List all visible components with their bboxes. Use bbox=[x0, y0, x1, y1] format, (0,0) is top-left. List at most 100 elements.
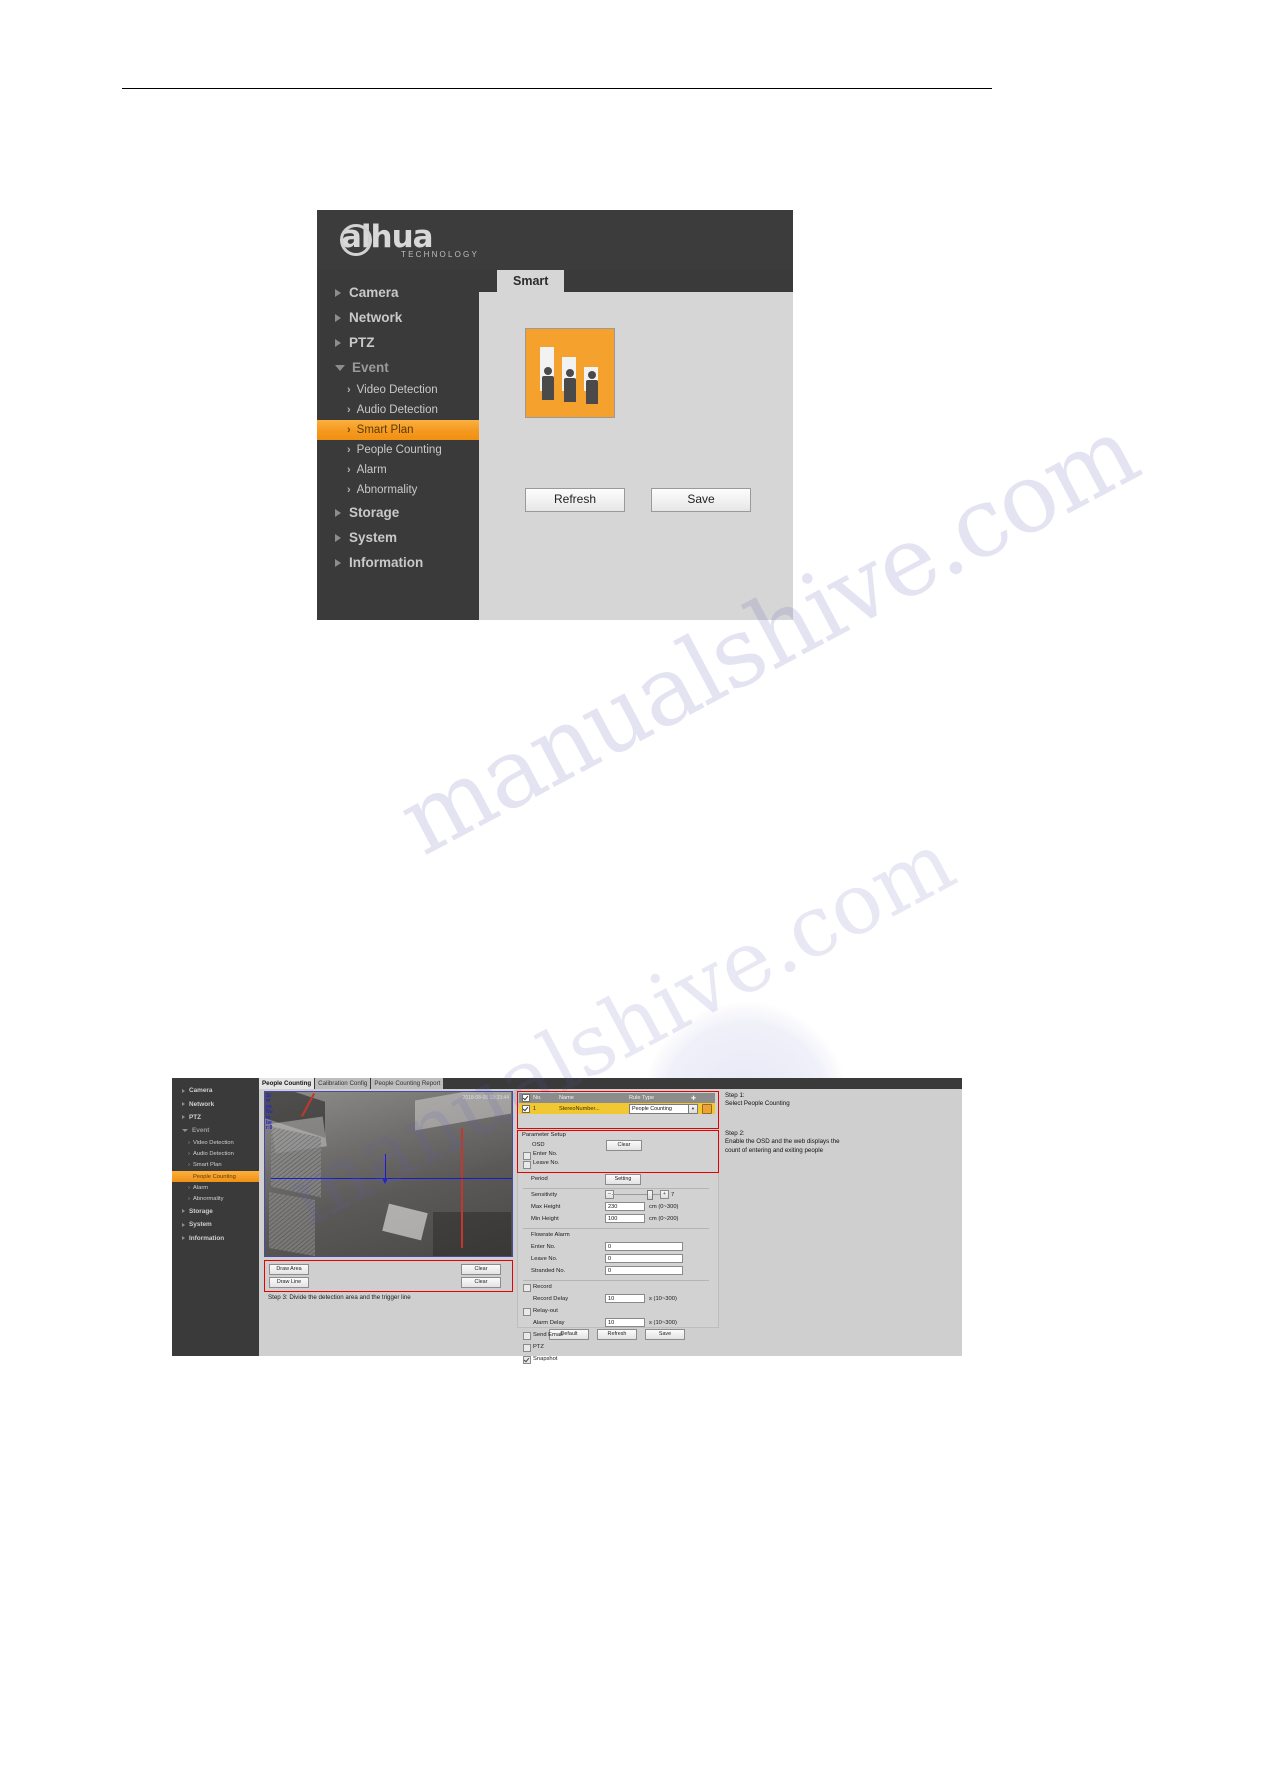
enter-no-checkbox[interactable] bbox=[523, 1152, 531, 1160]
add-rule-icon[interactable]: ✚ bbox=[691, 1095, 696, 1102]
figure2-tabstrip: People Counting Calibration Config Peopl… bbox=[259, 1078, 962, 1089]
people-counting-plan-icon[interactable] bbox=[525, 328, 615, 418]
figure2-content: People Counting Calibration Config Peopl… bbox=[259, 1078, 962, 1364]
sidebar-item-people-counting[interactable]: › People Counting bbox=[317, 440, 479, 460]
snapshot-label: Snapshot bbox=[533, 1356, 558, 1362]
sidebar-item-storage[interactable]: Storage bbox=[317, 500, 479, 525]
chevron-right-icon bbox=[335, 558, 341, 567]
chevron-right-icon bbox=[182, 1088, 185, 1093]
sidebar-item-information[interactable]: Information bbox=[317, 550, 479, 575]
sidebar-label: Abnormality bbox=[356, 484, 418, 496]
refresh-button[interactable]: Refresh bbox=[525, 488, 625, 512]
figure-smart-plan-screenshot: alhua TECHNOLOGY Camera Network PTZ Even… bbox=[317, 210, 793, 620]
tab-smart-plan[interactable]: Smart Plan bbox=[497, 270, 565, 310]
record-checkbox[interactable] bbox=[523, 1284, 531, 1292]
figure1-content: Smart Plan bbox=[479, 270, 793, 620]
max-height-input[interactable]: 230 bbox=[605, 1202, 645, 1211]
draw-line-button[interactable]: Draw Line bbox=[269, 1277, 309, 1288]
min-height-input[interactable]: 100 bbox=[605, 1214, 645, 1223]
figure2-sidebar: Camera Network PTZ Event › Video Detectio… bbox=[172, 1078, 259, 1356]
flowrate-stranded-no-label: Stranded No. bbox=[531, 1268, 566, 1274]
sidebar-item-abnormality[interactable]: › Abnormality bbox=[317, 480, 479, 500]
save-button[interactable]: Save bbox=[651, 488, 751, 512]
tab-people-counting-report[interactable]: People Counting Report bbox=[371, 1078, 445, 1089]
sidebar-item-alarm[interactable]: › Alarm bbox=[317, 460, 479, 480]
sidebar-item-event[interactable]: Event bbox=[172, 1124, 259, 1137]
sidebar-item-alarm[interactable]: › Alarm bbox=[172, 1182, 259, 1193]
brand-header: alhua TECHNOLOGY bbox=[317, 210, 793, 270]
alarm-delay-input[interactable]: 10 bbox=[605, 1318, 645, 1327]
select-all-checkbox[interactable] bbox=[522, 1094, 530, 1102]
sidebar-label: System bbox=[189, 1221, 212, 1229]
sidebar-item-system[interactable]: System bbox=[317, 525, 479, 550]
chevron-down-icon bbox=[335, 364, 345, 371]
row-checkbox[interactable] bbox=[522, 1104, 530, 1113]
relay-out-checkbox[interactable] bbox=[523, 1308, 531, 1316]
ptz-checkbox[interactable] bbox=[523, 1344, 531, 1352]
sidebar-item-video-detection[interactable]: › Video Detection bbox=[317, 380, 479, 400]
clear-area-button[interactable]: Clear bbox=[461, 1264, 501, 1275]
sidebar-item-ptz[interactable]: PTZ bbox=[172, 1111, 259, 1124]
column-rule-type: Rule Type bbox=[629, 1095, 655, 1101]
sidebar-item-ptz[interactable]: PTZ bbox=[317, 330, 479, 355]
sidebar-item-audio-detection[interactable]: › Audio Detection bbox=[172, 1149, 259, 1160]
sidebar-item-video-detection[interactable]: › Video Detection bbox=[172, 1138, 259, 1149]
sidebar-item-event[interactable]: Event bbox=[317, 355, 479, 380]
delete-icon[interactable] bbox=[702, 1103, 712, 1114]
sidebar-item-network[interactable]: Network bbox=[317, 305, 479, 330]
sidebar-item-people-counting[interactable]: › People Counting bbox=[172, 1171, 259, 1183]
draw-area-button[interactable]: Draw Area bbox=[269, 1264, 309, 1275]
sidebar-item-camera[interactable]: Camera bbox=[172, 1084, 259, 1097]
save-button[interactable]: Save bbox=[645, 1329, 685, 1340]
chevron-right-icon: › bbox=[188, 1173, 190, 1180]
sidebar-label: Network bbox=[189, 1100, 215, 1108]
chevron-right-icon: › bbox=[347, 484, 351, 496]
sidebar-item-information[interactable]: Information bbox=[172, 1231, 259, 1244]
sidebar-item-smart-plan[interactable]: › Smart Plan bbox=[172, 1160, 259, 1171]
sidebar-label: Camera bbox=[189, 1087, 213, 1095]
step1-note: Step 1: Select People Counting bbox=[725, 1092, 790, 1108]
chevron-right-icon: › bbox=[347, 464, 351, 476]
sidebar-item-smart-plan[interactable]: › Smart Plan bbox=[317, 420, 479, 440]
video-osd-text: StereoNumber:0 bbox=[266, 1093, 273, 1132]
snapshot-checkbox[interactable] bbox=[523, 1356, 531, 1364]
sidebar-item-system[interactable]: System bbox=[172, 1218, 259, 1231]
leave-no-checkbox[interactable] bbox=[523, 1161, 531, 1169]
sidebar-item-storage[interactable]: Storage bbox=[172, 1205, 259, 1218]
flowrate-leave-no-input[interactable]: 0 bbox=[605, 1254, 683, 1263]
period-setting-button[interactable]: Setting bbox=[605, 1174, 641, 1185]
osd-clear-button[interactable]: Clear bbox=[606, 1140, 642, 1151]
sidebar-item-audio-detection[interactable]: › Audio Detection bbox=[317, 400, 479, 420]
parameter-setup-title: Parameter Setup bbox=[522, 1132, 566, 1138]
sensitivity-increase-button[interactable]: + bbox=[660, 1190, 669, 1199]
sidebar-label: Alarm bbox=[356, 464, 387, 476]
table-row: 1 StereoNumber... People Counting ▼ bbox=[519, 1103, 715, 1114]
tab-calibration-config[interactable]: Calibration Config bbox=[315, 1078, 372, 1089]
flowrate-stranded-no-input[interactable]: 0 bbox=[605, 1266, 683, 1275]
flowrate-enter-no-input[interactable]: 0 bbox=[605, 1242, 683, 1251]
clear-line-button[interactable]: Clear bbox=[461, 1277, 501, 1288]
relay-out-label: Relay-out bbox=[533, 1308, 558, 1314]
row-name[interactable]: StereoNumber... bbox=[559, 1106, 629, 1112]
sidebar-item-camera[interactable]: Camera bbox=[317, 280, 479, 305]
row-no: 1 bbox=[533, 1105, 537, 1112]
send-email-checkbox[interactable] bbox=[523, 1332, 531, 1340]
record-delay-input[interactable]: 10 bbox=[605, 1294, 645, 1303]
sidebar-item-abnormality[interactable]: › Abnormality bbox=[172, 1193, 259, 1204]
max-height-unit: cm (0~300) bbox=[649, 1204, 679, 1210]
tab-people-counting[interactable]: People Counting bbox=[259, 1078, 316, 1089]
rule-type-select[interactable]: People Counting bbox=[629, 1103, 689, 1114]
chevron-right-icon bbox=[182, 1209, 185, 1214]
sensitivity-slider-handle[interactable] bbox=[647, 1190, 653, 1200]
chevron-down-icon[interactable]: ▼ bbox=[689, 1103, 698, 1114]
tabstrip-filler bbox=[444, 1078, 962, 1089]
chevron-right-icon: › bbox=[347, 404, 351, 416]
refresh-button[interactable]: Refresh bbox=[597, 1329, 637, 1340]
panel-buttons: Refresh Save bbox=[525, 488, 751, 512]
chevron-right-icon: › bbox=[188, 1140, 190, 1147]
direction-arrow-icon bbox=[382, 1154, 388, 1184]
min-height-label: Min Height bbox=[531, 1216, 559, 1222]
video-preview[interactable]: 2018-08-05 19:33:44 StereoNumber:0 bbox=[264, 1091, 513, 1257]
sidebar-item-network[interactable]: Network bbox=[172, 1097, 259, 1110]
chevron-right-icon bbox=[182, 1115, 185, 1120]
